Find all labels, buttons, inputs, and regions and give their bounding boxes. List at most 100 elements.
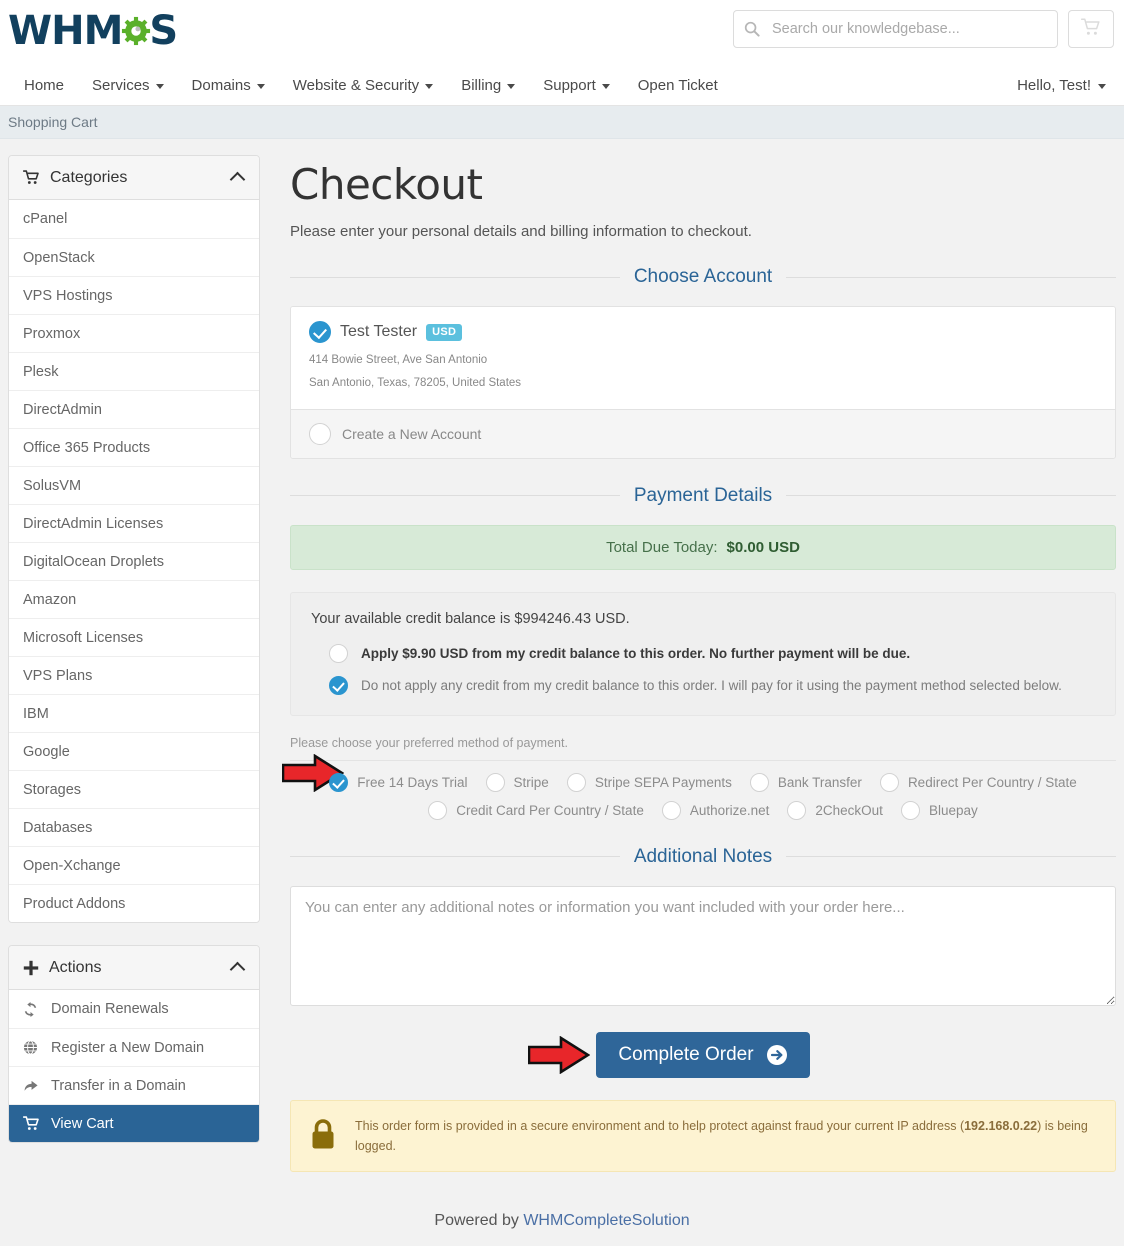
payment-method-label: Bank Transfer	[777, 774, 862, 790]
arrow-circle-right-icon	[766, 1044, 788, 1066]
nav-item-services[interactable]: Services	[78, 66, 178, 106]
payment-radio[interactable]	[900, 800, 920, 820]
complete-order-label: Complete Order	[618, 1043, 754, 1065]
nav-label: Home	[24, 77, 65, 94]
payment-radio[interactable]	[329, 772, 349, 792]
payment-method-bank-transfer[interactable]: Bank Transfer	[741, 772, 871, 792]
cart-button[interactable]	[1068, 10, 1114, 48]
nav-item-open-ticket[interactable]: Open Ticket	[624, 66, 732, 106]
sidebar-item-product-addons[interactable]: Product Addons	[9, 884, 259, 922]
sidebar-item-digitalocean-droplets[interactable]: DigitalOcean Droplets	[9, 542, 259, 580]
payment-method-label: Stripe	[513, 774, 549, 790]
knowledgebase-search[interactable]	[733, 10, 1058, 48]
payment-radio[interactable]	[566, 772, 586, 792]
payment-method-free-14-days-trial[interactable]: Free 14 Days Trial	[320, 772, 476, 792]
refresh-icon	[23, 1001, 42, 1017]
credit-balance-text: Your available credit balance is $994246…	[311, 610, 630, 627]
sidebar-item-directadmin-licenses[interactable]: DirectAdmin Licenses	[9, 504, 259, 542]
complete-order-button[interactable]: Complete Order	[596, 1031, 810, 1078]
sidebar-item-vps-plans[interactable]: VPS Plans	[9, 656, 259, 694]
logo-wordmark: WHM S	[8, 11, 178, 51]
payment-method-label: 2CheckOut	[815, 802, 883, 818]
sidebar-item-google[interactable]: Google	[9, 732, 259, 770]
payment-radio[interactable]	[428, 800, 448, 820]
nav-item-billing[interactable]: Billing	[447, 66, 529, 106]
sidebar: Categories cPanel OpenStack VPS Hostings…	[8, 155, 260, 1165]
sidebar-item-solusvm[interactable]: SolusVM	[9, 466, 259, 504]
sidebar-item-storages[interactable]: Storages	[9, 770, 259, 808]
sidebar-item-office-365-products[interactable]: Office 365 Products	[9, 428, 259, 466]
sidebar-item-microsoft-licenses[interactable]: Microsoft Licenses	[9, 618, 259, 656]
nav-item-website-security[interactable]: Website & Security	[279, 66, 447, 106]
account-chooser: Test Tester USD 414 Bowie Street, Ave Sa…	[290, 306, 1116, 459]
account-option-new[interactable]: Create a New Account	[291, 408, 1115, 458]
payment-radio[interactable]	[879, 772, 899, 792]
sidebar-item-directadmin[interactable]: DirectAdmin	[9, 390, 259, 428]
site-footer: Powered by WHMCompleteSolution	[0, 1172, 1124, 1246]
category-label: Product Addons	[23, 895, 126, 912]
payment-radio[interactable]	[787, 800, 807, 820]
category-label: OpenStack	[23, 249, 95, 266]
sidebar-item-openstack[interactable]: OpenStack	[9, 238, 259, 276]
payment-radio[interactable]	[661, 800, 681, 820]
payment-method-credit-card-per-country-state[interactable]: Credit Card Per Country / State	[419, 800, 653, 820]
sidebar-item-view-cart[interactable]: View Cart	[9, 1104, 259, 1142]
credit-radio-apply[interactable]	[329, 643, 348, 663]
nav-item-home[interactable]: Home	[16, 66, 78, 106]
account-radio-new[interactable]	[309, 422, 331, 445]
payment-method-label: Free 14 Days Trial	[357, 774, 468, 790]
action-label: View Cart	[51, 1115, 114, 1132]
sidebar-item-cpanel[interactable]: cPanel	[9, 200, 259, 238]
sidebar-item-transfer-in-a-domain[interactable]: Transfer in a Domain	[9, 1066, 259, 1104]
chevron-down-icon	[601, 84, 610, 89]
credit-option-apply[interactable]: Apply $9.90 USD from my credit balance t…	[311, 643, 1095, 663]
payment-details-heading: Payment Details	[290, 485, 1116, 507]
chevron-up-icon[interactable]	[232, 171, 245, 184]
payment-radio[interactable]	[749, 772, 769, 792]
category-label: DirectAdmin	[23, 401, 102, 418]
sidebar-item-amazon[interactable]: Amazon	[9, 580, 259, 618]
payment-method-row-1: Free 14 Days Trial Stripe Stripe SEPA Pa…	[290, 772, 1116, 792]
main-content: Checkout Please enter your personal deta…	[282, 155, 1116, 1172]
nav-item-support[interactable]: Support	[529, 66, 624, 106]
account-radio-existing[interactable]	[309, 321, 331, 343]
additional-notes-textarea[interactable]	[290, 885, 1116, 1006]
arrow-turn-icon	[23, 1078, 42, 1093]
credit-option-do-not-apply[interactable]: Do not apply any credit from my credit b…	[311, 675, 1095, 695]
credit-radio-do-not-apply[interactable]	[329, 675, 348, 695]
payment-method-row-2: Credit Card Per Country / State Authoriz…	[290, 800, 1116, 820]
whmcs-logo[interactable]: WHM S	[8, 6, 178, 56]
footer-powered-by: Powered by	[434, 1211, 524, 1229]
payment-method-bluepay[interactable]: Bluepay	[892, 800, 987, 820]
payment-method-redirect-per-country-state[interactable]: Redirect Per Country / State	[871, 772, 1086, 792]
chevron-down-icon	[256, 84, 265, 89]
chevron-up-icon[interactable]	[232, 961, 245, 974]
payment-method-stripe-sepa-payments[interactable]: Stripe SEPA Payments	[558, 772, 741, 792]
account-option-existing[interactable]: Test Tester USD 414 Bowie Street, Ave Sa…	[291, 307, 1115, 409]
credit-option-label: Do not apply any credit from my credit b…	[361, 677, 1062, 693]
categories-panel-header[interactable]: Categories	[9, 156, 259, 200]
sidebar-item-plesk[interactable]: Plesk	[9, 352, 259, 390]
account-address-line-2: San Antonio, Texas, 78205, United States	[309, 377, 522, 390]
sidebar-item-open-xchange[interactable]: Open-Xchange	[9, 846, 259, 884]
search-input[interactable]	[770, 20, 1047, 38]
sidebar-item-proxmox[interactable]: Proxmox	[9, 314, 259, 352]
sidebar-item-domain-renewals[interactable]: Domain Renewals	[9, 990, 259, 1028]
payment-method-authorize-net[interactable]: Authorize.net	[653, 800, 779, 820]
nav-label: Services	[92, 77, 150, 94]
payment-method-stripe[interactable]: Stripe	[477, 772, 558, 792]
sidebar-item-databases[interactable]: Databases	[9, 808, 259, 846]
footer-brand-link[interactable]: WHMCompleteSolution	[523, 1212, 689, 1229]
actions-panel-header[interactable]: Actions	[9, 946, 259, 990]
sidebar-item-register-a-new-domain[interactable]: Register a New Domain	[9, 1028, 259, 1066]
complete-order-row: Complete Order	[290, 1031, 1116, 1078]
sidebar-item-ibm[interactable]: IBM	[9, 694, 259, 732]
user-menu-label: Hello, Test!	[1017, 77, 1091, 94]
payment-method-2checkout[interactable]: 2CheckOut	[778, 800, 892, 820]
breadcrumb-item-shopping-cart[interactable]: Shopping Cart	[8, 114, 98, 130]
category-label: Proxmox	[23, 325, 81, 342]
nav-item-domains[interactable]: Domains	[178, 66, 279, 106]
payment-radio[interactable]	[485, 772, 505, 792]
sidebar-item-vps-hostings[interactable]: VPS Hostings	[9, 276, 259, 314]
user-menu[interactable]: Hello, Test!	[1017, 77, 1106, 94]
